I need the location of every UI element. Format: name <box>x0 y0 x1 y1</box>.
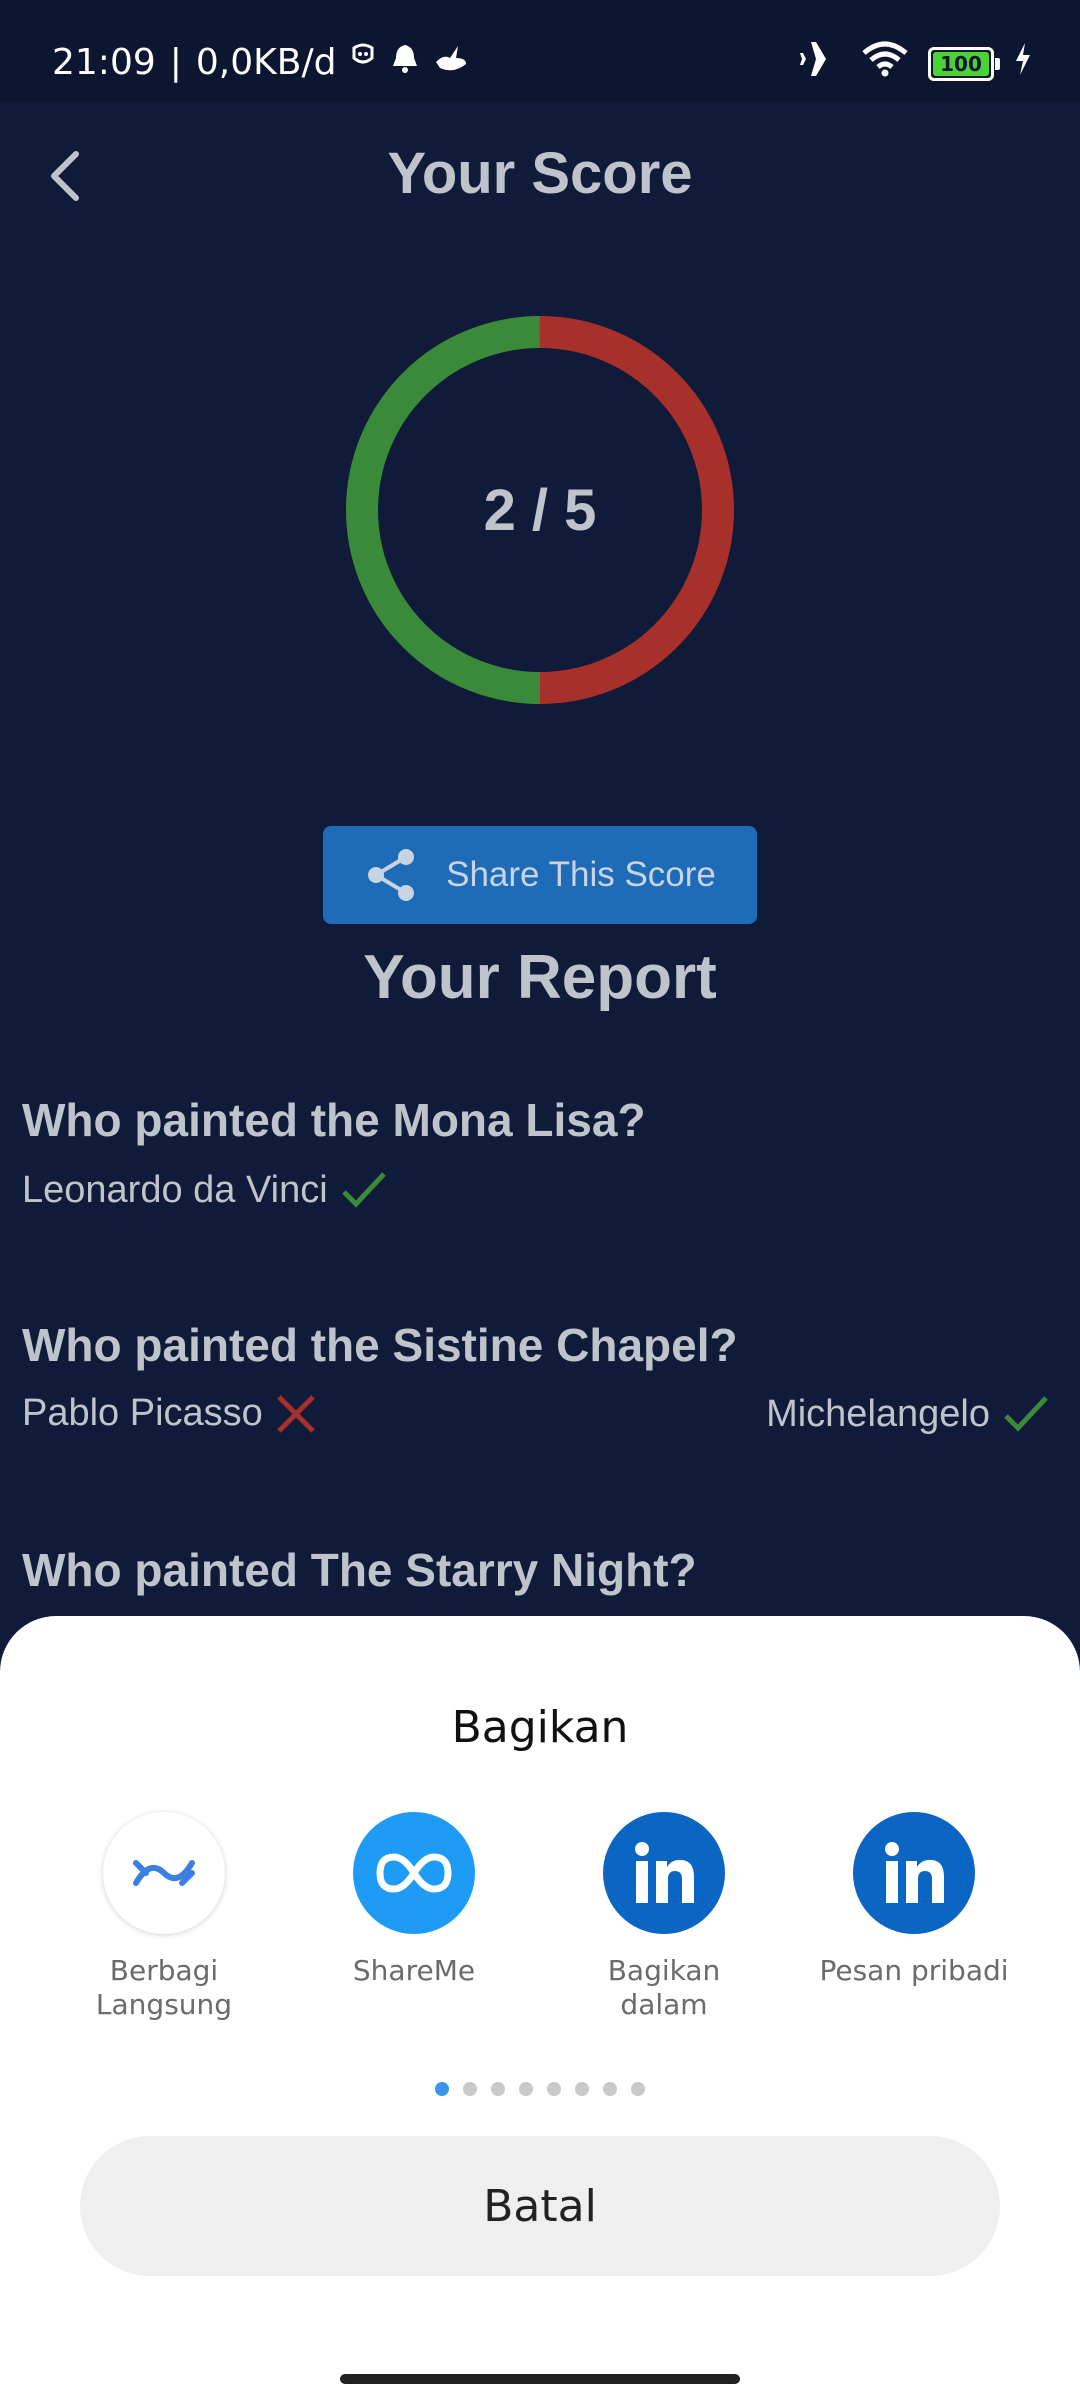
status-bar: 21:09 | 0,0KB/d 100 <box>0 0 1080 102</box>
page-dot <box>491 2082 505 2096</box>
share-target-direct[interactable]: Berbagi Langsung <box>39 1812 289 2022</box>
share-target-label: ShareMe <box>352 1954 476 1987</box>
battery-icon: 100 <box>928 46 1000 81</box>
page-title: Your Score <box>387 141 693 206</box>
wifi-icon <box>862 41 908 86</box>
charging-icon <box>1014 43 1032 84</box>
page-dot <box>463 2082 477 2096</box>
your-answer: Leonardo da Vinci <box>22 1168 328 1211</box>
share-target-label: Pesan pribadi <box>819 1954 1009 1987</box>
cross-icon <box>277 1394 315 1433</box>
page-indicator <box>0 2082 1080 2096</box>
page-dot <box>603 2082 617 2096</box>
question-2: Who painted the Sistine Chapel? <box>22 1319 738 1371</box>
question-1: Who painted the Mona Lisa? <box>22 1094 646 1146</box>
report-title: Your Report <box>363 943 717 1012</box>
status-separator: | <box>169 42 182 83</box>
share-score-label: Share This Score <box>446 855 716 894</box>
page-dot <box>435 2082 449 2096</box>
share-target-linkedin-message[interactable]: Pesan pribadi <box>789 1812 1039 1988</box>
bird-app-icon <box>434 42 468 83</box>
page-dot <box>631 2082 645 2096</box>
shareme-icon <box>353 1812 475 1934</box>
home-indicator[interactable] <box>340 2374 740 2384</box>
app-header: Your Score <box>0 102 1080 252</box>
your-answer: Pablo Picasso <box>22 1392 263 1434</box>
status-right: 100 <box>800 40 1032 87</box>
score-value: 2 / 5 <box>483 477 597 543</box>
check-icon <box>341 1172 386 1208</box>
linkedin-icon <box>853 1812 975 1934</box>
answer-row: Leonardo da Vinci <box>22 1168 388 1212</box>
share-sheet: Bagikan Berbagi Langsung ShareMe Bagikan… <box>0 1616 1080 2400</box>
share-icon <box>368 849 415 901</box>
status-time: 21:09 <box>52 42 156 83</box>
share-target-label: Berbagi Langsung <box>95 1954 233 2021</box>
privacy-icon <box>350 42 376 83</box>
share-sheet-title: Bagikan <box>451 1702 629 1753</box>
page-dot <box>547 2082 561 2096</box>
page-dot <box>575 2082 589 2096</box>
page-dot <box>519 2082 533 2096</box>
linkedin-icon <box>603 1812 725 1934</box>
question-3: Who painted The Starry Night? <box>22 1544 697 1596</box>
correct-answer-row: Michelangelo <box>766 1392 1050 1436</box>
share-score-button[interactable]: Share This Score <box>323 826 757 924</box>
direct-share-icon <box>103 1812 225 1934</box>
answer-row: Pablo Picasso <box>22 1392 317 1435</box>
notification-bell-icon <box>390 42 420 83</box>
share-target-linkedin-post[interactable]: Bagikan dalam <box>539 1812 789 2022</box>
share-target-shareme[interactable]: ShareMe <box>289 1812 539 1988</box>
check-icon <box>1004 1396 1048 1432</box>
cancel-button[interactable]: Batal <box>80 2136 1000 2276</box>
battery-level: 100 <box>940 51 982 76</box>
correct-answer: Michelangelo <box>766 1392 990 1435</box>
airplane-mode-icon <box>800 40 842 87</box>
share-target-label: Bagikan dalam <box>607 1954 721 2021</box>
status-net-speed: 0,0KB/d <box>195 42 337 83</box>
status-left: 21:09 | 0,0KB/d <box>52 42 468 83</box>
share-targets: Berbagi Langsung ShareMe Bagikan dalam P… <box>0 1812 1080 2042</box>
